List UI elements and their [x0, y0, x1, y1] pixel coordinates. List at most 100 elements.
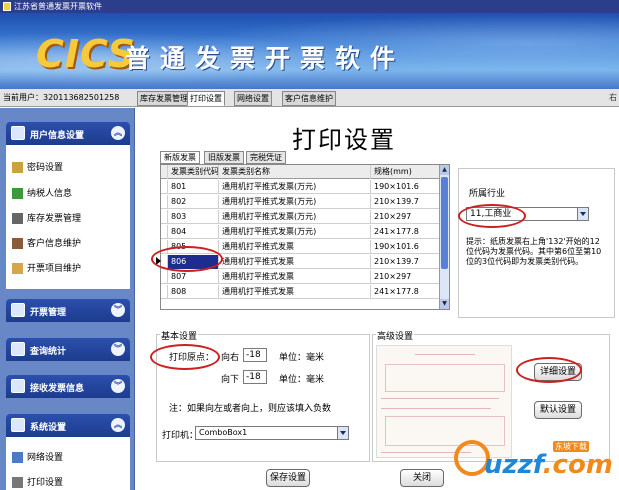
printer-select[interactable]: ComboBox1	[195, 426, 349, 440]
chevron-down-icon[interactable]: ︾	[111, 379, 125, 393]
invoice-icon	[11, 303, 25, 317]
save-settings-button[interactable]: 保存设置	[266, 469, 310, 487]
sidebar-item-network[interactable]: 网络设置	[12, 450, 63, 463]
basic-settings-title: 基本设置	[160, 329, 199, 342]
row-indicator	[161, 225, 168, 239]
table-row[interactable]: 803 通用机打平推式发票(万元) 210×297	[161, 210, 441, 224]
sidebar-item-label: 网络设置	[27, 453, 64, 463]
sidebar-group-query[interactable]: 查询统计 ︾	[6, 338, 130, 361]
down-unit-label: 单位：毫米	[279, 375, 325, 385]
default-settings-button[interactable]: 默认设置	[534, 401, 582, 419]
cell-code: 802	[168, 195, 219, 209]
tab-network-settings[interactable]: 网络设置	[234, 91, 272, 106]
sidebar-item-label: 客户信息维护	[27, 239, 82, 249]
cell-code: 807	[168, 270, 219, 284]
app-title: 普通发票开票软件	[125, 44, 406, 73]
tab-new-invoice[interactable]: 新版发票	[160, 151, 200, 164]
table-scrollbar[interactable]: ▲ ▼	[439, 165, 449, 309]
sidebar: 用户信息设置 ︽ 密码设置 纳税人信息 库存发票管理 客户信息维护 开票项目维护…	[0, 108, 135, 490]
sidebar-group-body-system: 网络设置 打印设置	[6, 437, 130, 490]
inbox-icon	[11, 379, 25, 393]
sidebar-group-receive[interactable]: 接收发票信息 ︾	[6, 375, 130, 398]
table-row[interactable]: 801 通用机打平推式发票(万元) 190×101.6	[161, 180, 441, 194]
sidebar-item-print[interactable]: 打印设置	[12, 475, 63, 488]
contacts-icon	[12, 238, 23, 249]
watermark-brand: uzzf.com	[484, 450, 613, 480]
cell-name: 通用机打平推式发票(万元)	[219, 180, 371, 194]
right-label: 向右	[221, 353, 240, 363]
cell-name: 通用机打平推式发票	[219, 285, 371, 299]
chevron-down-icon[interactable]: ︾	[111, 303, 125, 317]
chevron-up-icon[interactable]: ︽	[111, 418, 125, 432]
table-row[interactable]: 807 通用机打平推式发票 210×297	[161, 270, 441, 284]
tab-customer-maintenance[interactable]: 客户信息维护	[282, 91, 336, 106]
preview-box	[385, 364, 505, 392]
dropdown-arrow-icon[interactable]	[577, 208, 588, 220]
cell-spec: 210×139.7	[371, 255, 441, 269]
cell-name: 通用机打平推式发票	[219, 270, 371, 284]
cell-code: 804	[168, 225, 219, 239]
sidebar-group-invoicing[interactable]: 开票管理 ︾	[6, 299, 130, 322]
down-offset-input[interactable]: -18	[243, 370, 267, 384]
preview-line	[381, 398, 499, 399]
cell-name: 通用机打平推式发票(万元)	[219, 195, 371, 209]
table-row[interactable]: 808 通用机打平推式发票 241×177.8	[161, 285, 441, 299]
cell-spec: 241×177.8	[371, 285, 441, 299]
header-category-name[interactable]: 发票类别名称	[219, 165, 371, 179]
magnifier-icon	[11, 342, 25, 356]
row-indicator	[161, 210, 168, 224]
tab-old-invoice[interactable]: 旧版发票	[204, 151, 244, 164]
advanced-settings-title: 高级设置	[376, 329, 415, 342]
tools-icon	[12, 213, 23, 224]
scroll-thumb[interactable]	[441, 177, 448, 269]
row-indicator	[161, 285, 168, 299]
industry-panel: 所属行业 11,工商业 提示：纸质发票右上角'132'开始的12位代码为发票代码…	[458, 168, 615, 318]
watermark-suffix: .com	[542, 450, 613, 480]
tab-print-settings[interactable]: 打印设置	[187, 91, 225, 106]
cell-code: 808	[168, 285, 219, 299]
table-row[interactable]: 802 通用机打平推式发票(万元) 210×139.7	[161, 195, 441, 209]
close-button[interactable]: 关闭	[400, 469, 444, 487]
scroll-down-icon[interactable]: ▼	[440, 299, 449, 309]
person-icon	[12, 188, 23, 199]
down-label: 向下	[221, 375, 240, 385]
app-icon	[3, 2, 11, 11]
annotation-oval-industry	[458, 204, 526, 228]
sidebar-item-invoice-items[interactable]: 开票项目维护	[12, 261, 81, 274]
annotation-oval-row	[151, 246, 223, 272]
preview-line	[381, 408, 491, 409]
right-offset-input[interactable]: -18	[243, 348, 267, 362]
tab-inventory[interactable]: 库存发票管理	[137, 91, 191, 106]
cics-logo: CICS	[36, 32, 136, 76]
sidebar-group-user-info[interactable]: 用户信息设置 ︽	[6, 122, 130, 145]
table-row[interactable]: 804 通用机打平推式发票(万元) 241×177.8	[161, 225, 441, 239]
sidebar-group-system[interactable]: 系统设置 ︽	[6, 414, 130, 437]
sidebar-item-password[interactable]: 密码设置	[12, 160, 63, 173]
printer-icon	[12, 477, 23, 488]
sidebar-item-customer[interactable]: 客户信息维护	[12, 236, 81, 249]
header-spec[interactable]: 规格(mm)	[371, 165, 441, 179]
offset-note: 注：如果向左或者向上，则应该填入负数	[169, 404, 332, 414]
header-category-code[interactable]: 发票类别代码	[168, 165, 219, 179]
cell-spec: 190×101.6	[371, 240, 441, 254]
annotation-oval-detail	[516, 357, 582, 383]
table-header-row: 发票类别代码 发票类别名称 规格(mm)	[161, 165, 441, 179]
header-banner: CICS 普通发票开票软件	[0, 13, 619, 89]
right-unit-label: 单位：毫米	[279, 353, 325, 363]
sidebar-item-label: 打印设置	[27, 478, 64, 488]
chevron-up-icon[interactable]: ︽	[111, 126, 125, 140]
industry-label: 所属行业	[469, 189, 506, 199]
cell-name: 通用机打平推式发票(万元)	[219, 210, 371, 224]
sidebar-item-taxpayer[interactable]: 纳税人信息	[12, 186, 72, 199]
dropdown-arrow-icon[interactable]	[337, 427, 348, 439]
row-indicator	[161, 195, 168, 209]
cell-spec: 210×297	[371, 270, 441, 284]
uzzf-watermark-logo: uzzf.com 东坡下载	[450, 430, 615, 486]
tab-tax-certificate[interactable]: 完税凭证	[246, 151, 286, 164]
page-title: 打印设置	[292, 126, 396, 154]
sidebar-item-inventory[interactable]: 库存发票管理	[12, 211, 81, 224]
watermark-brand-name: uzzf	[484, 450, 543, 480]
scroll-up-icon[interactable]: ▲	[440, 165, 449, 175]
gear-icon	[11, 418, 25, 432]
chevron-down-icon[interactable]: ︾	[111, 342, 125, 356]
